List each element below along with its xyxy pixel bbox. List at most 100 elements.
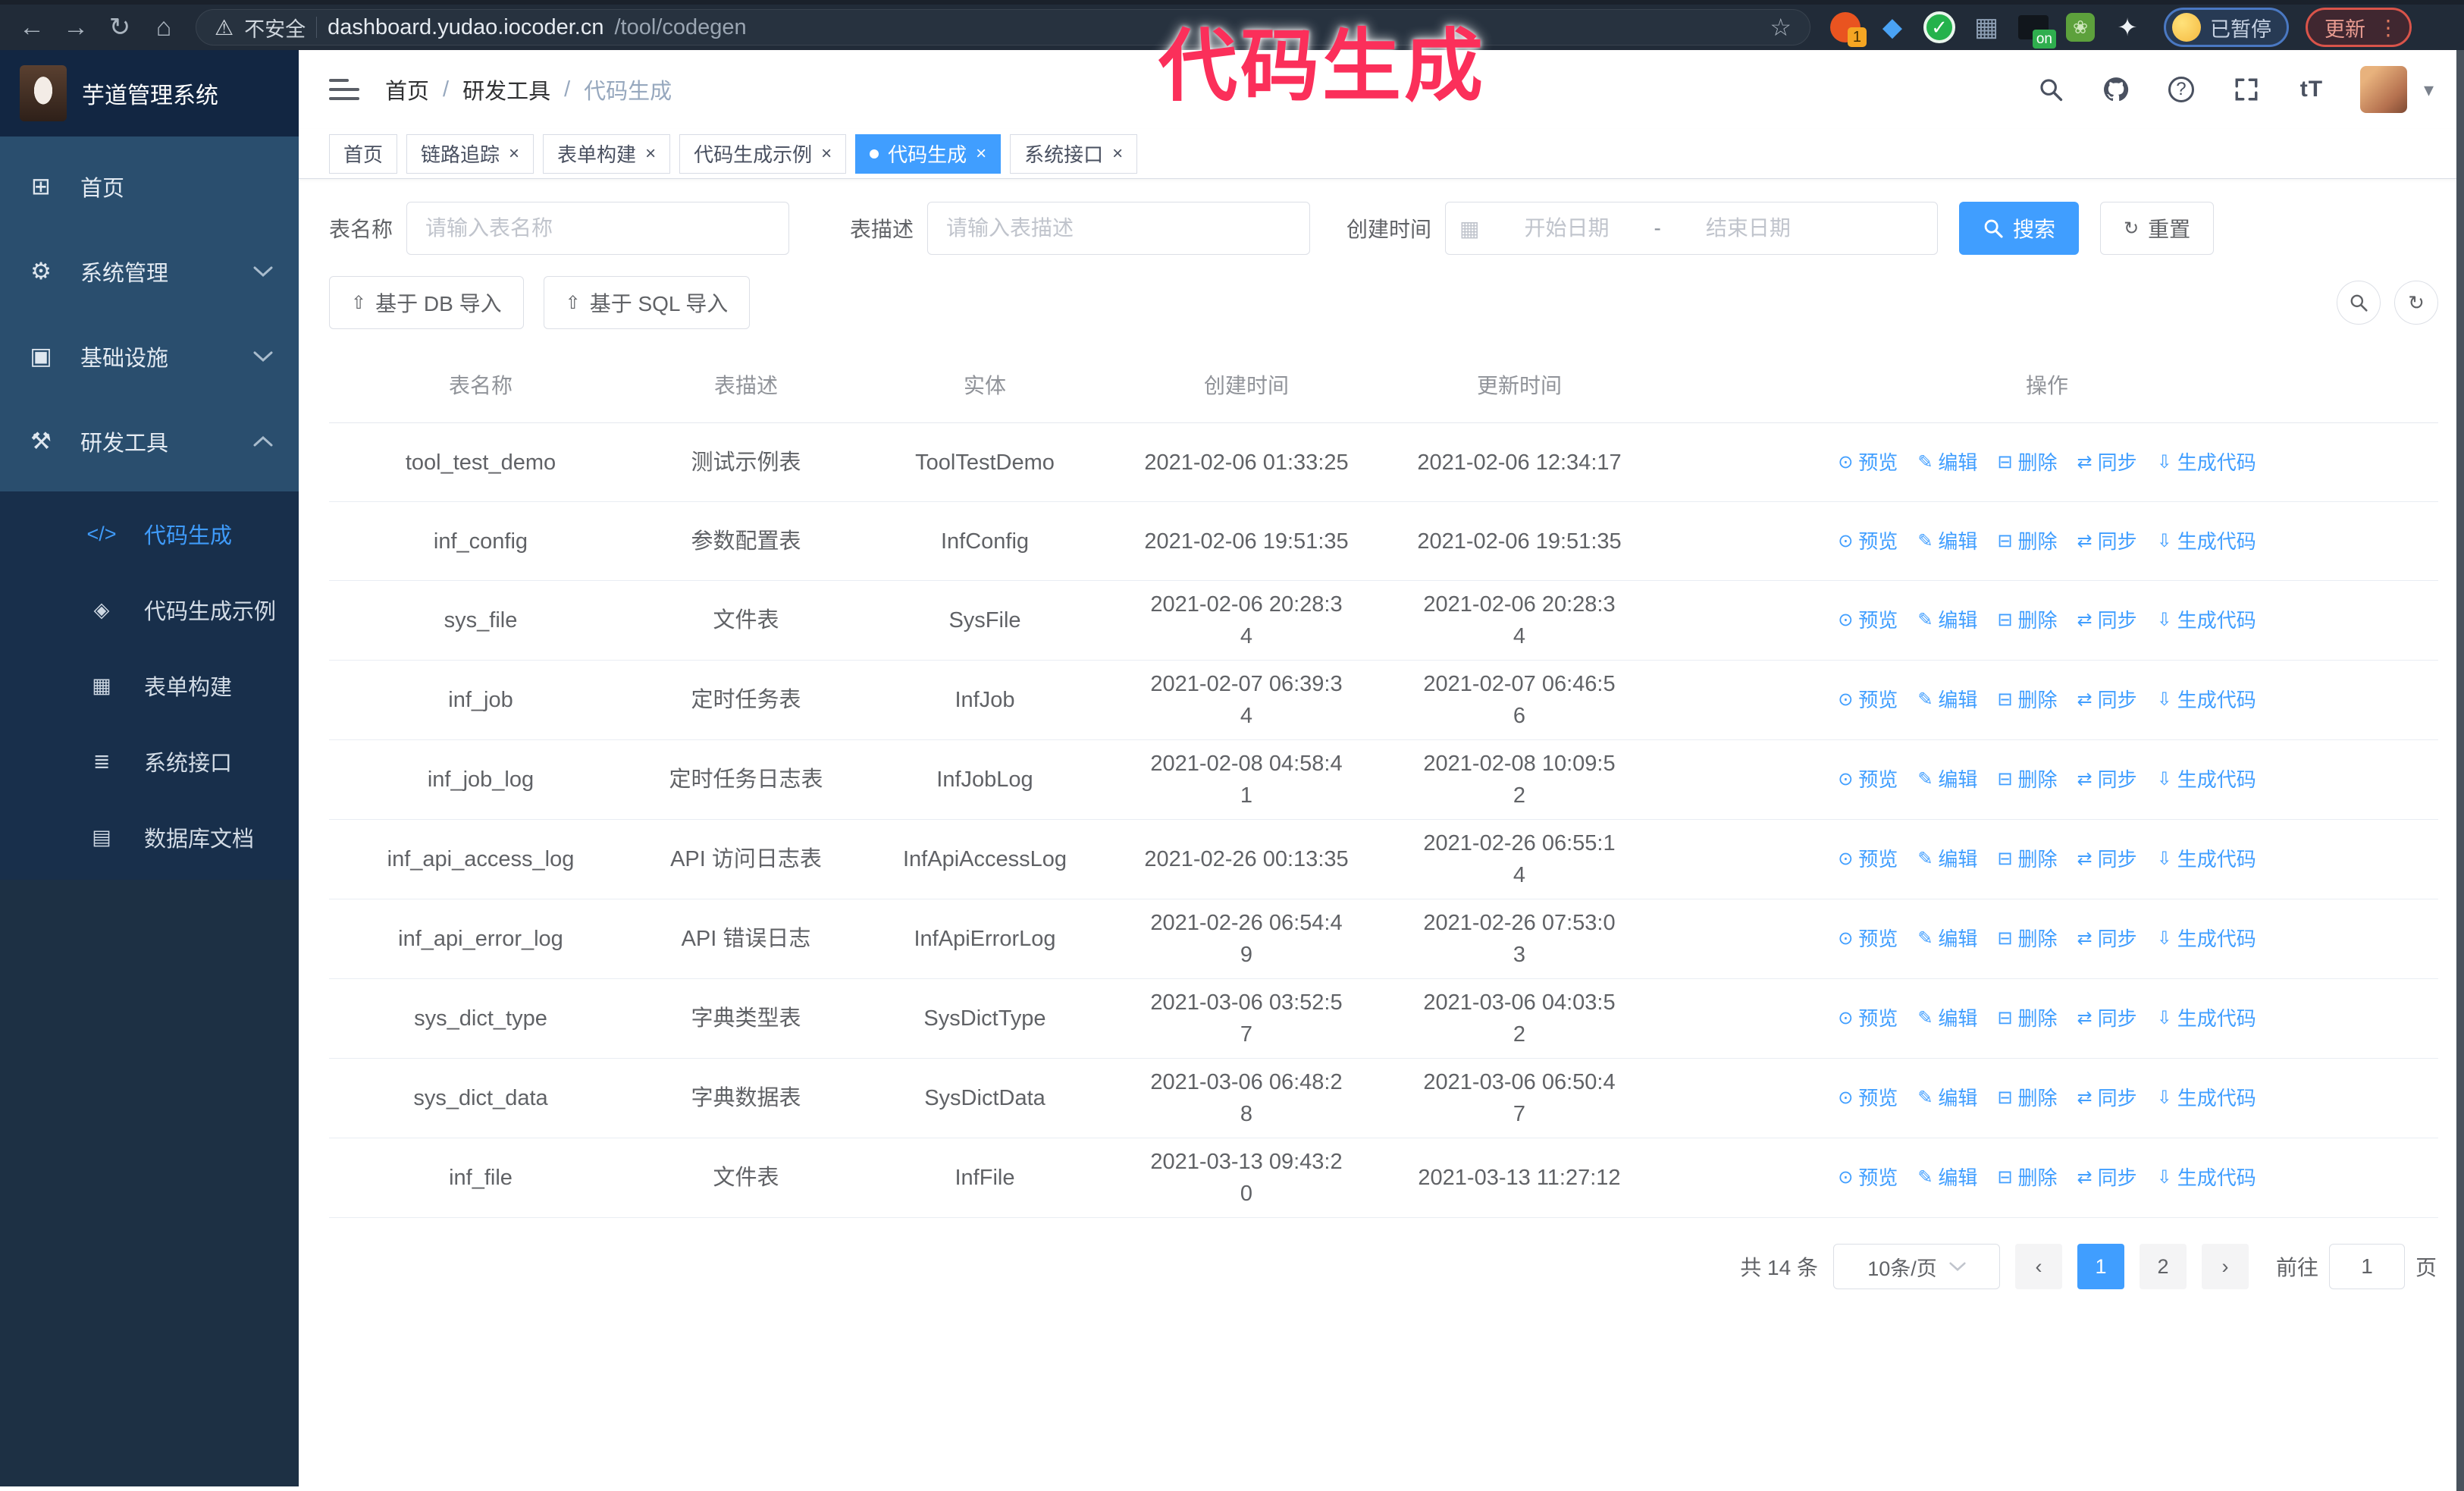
toggle-search-button[interactable] (2337, 281, 2381, 325)
extension-gem-icon[interactable]: ◆ (1876, 11, 1909, 44)
page-size-select[interactable]: 10条/页 (1832, 1244, 2000, 1289)
app-logo[interactable]: 芋道管理系统 (0, 50, 299, 137)
edit-link[interactable]: ✎ 编辑 (1917, 1003, 1977, 1034)
sidebar-item-home[interactable]: ⊞ 首页 (0, 144, 299, 229)
preview-link[interactable]: ⊙ 预览 (1838, 684, 1898, 716)
tab-tracing[interactable]: 链路追踪 × (406, 133, 534, 174)
delete-link[interactable]: ⊟ 删除 (1997, 1162, 2057, 1194)
caret-down-icon[interactable]: ▾ (2424, 78, 2434, 102)
edit-link[interactable]: ✎ 编辑 (1917, 843, 1977, 875)
address-bar[interactable]: ⚠ 不安全 dashboard.yudao.iocoder.cn /tool/c… (196, 9, 1810, 46)
delete-link[interactable]: ⊟ 删除 (1997, 447, 2057, 479)
sync-link[interactable]: ⇄ 同步 (2077, 1003, 2137, 1034)
edit-link[interactable]: ✎ 编辑 (1917, 604, 1977, 636)
sidebar-item-code-generation[interactable]: </> 代码生成 (0, 496, 299, 572)
window-scrollbar[interactable] (2456, 50, 2464, 1491)
delete-link[interactable]: ⊟ 删除 (1997, 923, 2057, 955)
generate-code-link[interactable]: ⇩ 生成代码 (2157, 1003, 2256, 1034)
search-icon[interactable] (2034, 73, 2067, 106)
generate-code-link[interactable]: ⇩ 生成代码 (2157, 526, 2256, 557)
sidebar-item-form-builder[interactable]: ▦ 表单构建 (0, 648, 299, 724)
tab-close-icon[interactable]: × (645, 143, 656, 165)
extension-ubuntu-icon[interactable]: 1 (1829, 11, 1867, 47)
browser-forward-button[interactable]: → (56, 8, 96, 47)
browser-back-button[interactable]: ← (12, 8, 52, 47)
extension-grid-icon[interactable]: ▦ (1970, 11, 2003, 44)
tab-codegen-demo[interactable]: 代码生成示例 × (679, 133, 847, 174)
generate-code-link[interactable]: ⇩ 生成代码 (2157, 684, 2256, 716)
tab-system-api[interactable]: 系统接口 × (1010, 133, 1138, 174)
delete-link[interactable]: ⊟ 删除 (1997, 764, 2057, 796)
sidebar-item-code-generation-demo[interactable]: ◈ 代码生成示例 (0, 572, 299, 648)
edit-link[interactable]: ✎ 编辑 (1917, 764, 1977, 796)
tab-close-icon[interactable]: × (821, 143, 832, 165)
edit-link[interactable]: ✎ 编辑 (1917, 684, 1977, 716)
delete-link[interactable]: ⊟ 删除 (1997, 1082, 2057, 1114)
end-date-input[interactable] (1668, 216, 1828, 240)
delete-link[interactable]: ⊟ 删除 (1997, 684, 2057, 716)
preview-link[interactable]: ⊙ 预览 (1838, 1003, 1898, 1034)
sync-link[interactable]: ⇄ 同步 (2077, 764, 2137, 796)
edit-link[interactable]: ✎ 编辑 (1917, 923, 1977, 955)
generate-code-link[interactable]: ⇩ 生成代码 (2157, 923, 2256, 955)
preview-link[interactable]: ⊙ 预览 (1838, 526, 1898, 557)
sync-link[interactable]: ⇄ 同步 (2077, 684, 2137, 716)
next-page-button[interactable]: › (2201, 1244, 2249, 1289)
bookmark-star-icon[interactable]: ☆ (1770, 13, 1792, 42)
sync-link[interactable]: ⇄ 同步 (2077, 923, 2137, 955)
goto-page-input[interactable] (2328, 1244, 2405, 1289)
tab-codegen[interactable]: 代码生成 × (855, 133, 1002, 174)
page-button-2[interactable]: 2 (2139, 1244, 2187, 1289)
breadcrumb-dev-tools[interactable]: 研发工具 (462, 74, 550, 105)
preview-link[interactable]: ⊙ 预览 (1838, 604, 1898, 636)
generate-code-link[interactable]: ⇩ 生成代码 (2157, 1162, 2256, 1194)
sidebar-item-system-api[interactable]: ≣ 系统接口 (0, 724, 299, 799)
table-desc-input[interactable] (927, 202, 1311, 255)
sync-link[interactable]: ⇄ 同步 (2077, 447, 2137, 479)
table-name-input[interactable] (406, 202, 790, 255)
browser-reload-button[interactable]: ↻ (100, 8, 140, 47)
reset-button[interactable]: ↻ 重置 (2100, 202, 2215, 255)
sync-link[interactable]: ⇄ 同步 (2077, 843, 2137, 875)
edit-link[interactable]: ✎ 编辑 (1917, 1162, 1977, 1194)
delete-link[interactable]: ⊟ 删除 (1997, 604, 2057, 636)
edit-link[interactable]: ✎ 编辑 (1917, 526, 1977, 557)
sidebar-item-database-doc[interactable]: ▤ 数据库文档 (0, 799, 299, 875)
generate-code-link[interactable]: ⇩ 生成代码 (2157, 843, 2256, 875)
preview-link[interactable]: ⊙ 预览 (1838, 843, 1898, 875)
tab-close-icon[interactable]: × (1112, 143, 1123, 165)
import-sql-button[interactable]: ⇧ 基于 SQL 导入 (543, 276, 751, 329)
sync-link[interactable]: ⇄ 同步 (2077, 604, 2137, 636)
sidebar-item-infrastructure[interactable]: ▣ 基础设施 (0, 314, 299, 399)
date-range-picker[interactable]: ▦ - (1445, 202, 1939, 255)
browser-home-button[interactable]: ⌂ (144, 8, 183, 47)
edit-link[interactable]: ✎ 编辑 (1917, 447, 1977, 479)
github-icon[interactable] (2099, 73, 2133, 106)
generate-code-link[interactable]: ⇩ 生成代码 (2157, 764, 2256, 796)
browser-update-button[interactable]: 更新 ⋮ (2306, 8, 2412, 47)
tab-close-icon[interactable]: × (976, 143, 986, 165)
preview-link[interactable]: ⊙ 预览 (1838, 1162, 1898, 1194)
sidebar-item-dev-tools[interactable]: ⚒ 研发工具 (0, 399, 299, 484)
edit-link[interactable]: ✎ 编辑 (1917, 1082, 1977, 1114)
generate-code-link[interactable]: ⇩ 生成代码 (2157, 604, 2256, 636)
prev-page-button[interactable]: ‹ (2014, 1244, 2062, 1289)
breadcrumb-home[interactable]: 首页 (385, 74, 429, 105)
import-db-button[interactable]: ⇧ 基于 DB 导入 (329, 276, 524, 329)
refresh-table-button[interactable]: ↻ (2394, 281, 2438, 325)
browser-menu-kebab-icon[interactable]: ⋮ (2378, 15, 2399, 40)
delete-link[interactable]: ⊟ 删除 (1997, 843, 2057, 875)
sidebar-item-system-management[interactable]: ⚙ 系统管理 (0, 229, 299, 314)
tab-close-icon[interactable]: × (509, 143, 519, 165)
delete-link[interactable]: ⊟ 删除 (1997, 1003, 2057, 1034)
font-size-icon[interactable]: tT (2295, 73, 2328, 106)
browser-profile-chip[interactable]: 已暂停 (2164, 8, 2289, 47)
sidebar-collapse-icon[interactable] (329, 79, 359, 100)
preview-link[interactable]: ⊙ 预览 (1838, 447, 1898, 479)
fullscreen-icon[interactable] (2230, 73, 2263, 106)
help-icon[interactable]: ? (2165, 73, 2198, 106)
search-button[interactable]: 搜索 (1959, 202, 2080, 255)
start-date-input[interactable] (1487, 216, 1647, 240)
user-avatar[interactable] (2359, 66, 2407, 113)
tab-form-builder[interactable]: 表单构建 × (543, 133, 671, 174)
